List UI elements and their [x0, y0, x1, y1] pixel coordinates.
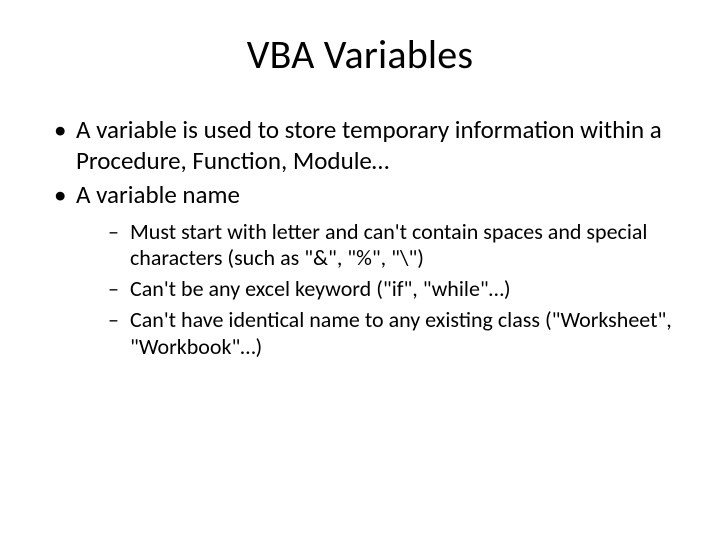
bullet-text: A variable name	[76, 179, 240, 210]
bullet-text: Can't have identical name to any existin…	[130, 306, 672, 360]
list-item: Can't have identical name to any existin…	[108, 307, 680, 361]
bullet-text: A variable is used to store temporary in…	[76, 114, 662, 176]
list-item: A variable is used to store temporary in…	[50, 115, 680, 176]
bullet-text: Must start with letter and can't contain…	[130, 218, 647, 272]
slide: VBA Variables A variable is used to stor…	[0, 0, 720, 540]
slide-title: VBA Variables	[40, 30, 680, 79]
sub-bullet-list: Must start with letter and can't contain…	[76, 219, 680, 361]
bullet-list: A variable is used to store temporary in…	[40, 115, 680, 361]
list-item: A variable name Must start with letter a…	[50, 180, 680, 361]
list-item: Can't be any excel keyword ("if", "while…	[108, 276, 680, 303]
bullet-text: Can't be any excel keyword ("if", "while…	[130, 275, 511, 302]
list-item: Must start with letter and can't contain…	[108, 219, 680, 273]
